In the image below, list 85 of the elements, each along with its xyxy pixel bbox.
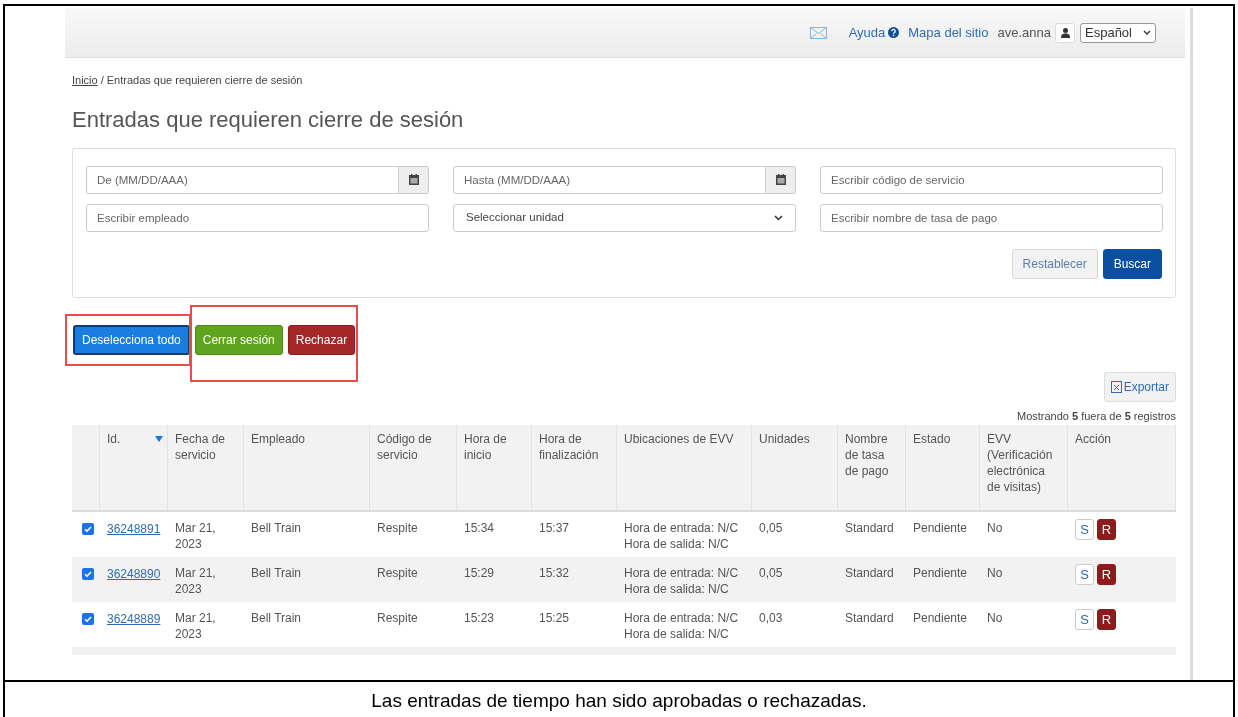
caption: Las entradas de tiempo han sido aprobadas o rechazadas. — [371, 689, 867, 713]
table-cell-text: Standard — [845, 565, 895, 581]
row-action-button[interactable]: S — [1075, 519, 1094, 540]
column-header[interactable]: Hora de finalización — [532, 425, 617, 510]
column-header[interactable]: Ubicaciones de EVV — [617, 425, 752, 510]
table-cell-text: Hora de entrada: N/C Hora de salida: N/C — [624, 520, 740, 552]
header-link[interactable]: Ayuda — [848, 22, 900, 43]
table-cell-text: Respite — [377, 565, 419, 581]
table-cell-text: Mar 21, 2023 — [175, 520, 217, 552]
table-cell-text: Bell Train — [251, 520, 303, 536]
table-cell-text: Respite — [377, 520, 419, 536]
table-cell-text: 15:37 — [539, 520, 571, 536]
table-cell-text: Pendiente — [913, 520, 969, 536]
row-action-button[interactable]: R — [1097, 564, 1116, 585]
export-button[interactable]: Exportar — [1103, 371, 1176, 402]
filter-button[interactable]: Restablecer — [1011, 248, 1098, 279]
column-header[interactable]: Empleado — [244, 425, 370, 510]
date-field[interactable]: Hasta (MM/DD/AAA) — [453, 165, 766, 194]
language-select[interactable]: Español — [1080, 22, 1156, 43]
row-action-button[interactable]: S — [1075, 609, 1094, 630]
user-icon — [1060, 27, 1070, 38]
table-cell-text: Pendiente — [913, 610, 969, 626]
row-action-button[interactable]: R — [1097, 609, 1116, 630]
id-link[interactable]: 36248890 — [107, 567, 161, 581]
row-action-button[interactable]: S — [1075, 564, 1094, 585]
table-cell-text: Respite — [377, 610, 419, 626]
text-field[interactable]: Escribir código de servicio — [820, 165, 1163, 194]
calendar-button[interactable] — [399, 165, 429, 194]
id-link[interactable]: 36248889 — [107, 612, 161, 626]
row-checkbox[interactable] — [82, 568, 94, 580]
table-cell-text: Mar 21, 2023 — [175, 565, 217, 597]
column-header[interactable]: Nombre de tasa de pago — [838, 425, 906, 510]
column-header[interactable]: Código de servicio — [370, 425, 457, 510]
table-cell-text: Bell Train — [251, 610, 303, 626]
column-header[interactable]: EVV (Verificación electrónica de visitas) — [980, 425, 1068, 510]
table-cell-text: No — [987, 520, 1004, 536]
header-link[interactable]: Mapa del sitio — [908, 22, 989, 43]
breadcrumb-separator: / — [100, 73, 104, 88]
table-cell-text: 0,05 — [759, 565, 784, 581]
spreadsheet-icon — [1110, 380, 1122, 393]
calendar-button[interactable] — [766, 165, 796, 194]
table-cell-text: Standard — [845, 520, 895, 536]
action-button[interactable]: Rechazar — [287, 324, 356, 355]
record-count: Mostrando 5 fuera de 5 registros — [1017, 408, 1176, 424]
breadcrumb-current: Entradas que requieren cierre de sesión — [106, 73, 303, 88]
id-link[interactable]: 36248891 — [107, 522, 161, 536]
column-header[interactable]: Hora de inicio — [457, 425, 532, 510]
row-checkbox[interactable] — [82, 523, 94, 535]
column-header[interactable]: Id. — [100, 425, 168, 510]
text-field[interactable]: Escribir nombre de tasa de pago — [820, 203, 1163, 232]
row-checkbox[interactable] — [82, 613, 94, 625]
row-action-button[interactable]: R — [1097, 519, 1116, 540]
table-cell-text: 0,05 — [759, 520, 784, 536]
table-cell-text: Standard — [845, 610, 895, 626]
table-cell-text: Hora de entrada: N/C Hora de salida: N/C — [624, 610, 740, 642]
filter-button[interactable]: Buscar — [1102, 248, 1162, 279]
calendar-icon — [408, 174, 419, 185]
text-field[interactable]: Escribir empleado — [86, 203, 429, 232]
column-header[interactable]: Unidades — [752, 425, 838, 510]
table-cell-text: 15:34 — [464, 520, 496, 536]
unit-select[interactable]: Seleccionar unidad — [453, 203, 796, 232]
table-cell-text: 15:29 — [464, 565, 496, 581]
chevron-down-icon — [1143, 30, 1151, 35]
column-header[interactable]: Acción — [1068, 425, 1176, 510]
breadcrumb-link[interactable]: Inicio — [72, 72, 98, 89]
calendar-icon — [775, 174, 786, 185]
column-header[interactable]: Estado — [906, 425, 980, 510]
table-cell-text: 15:23 — [464, 610, 496, 626]
chevron-down-icon — [774, 214, 783, 221]
table-cell-text: Bell Train — [251, 565, 303, 581]
table-cell-text: 15:25 — [539, 610, 571, 626]
table-cell-text: 0,03 — [759, 610, 784, 626]
user-button[interactable] — [1055, 22, 1075, 43]
table-cell-text: No — [987, 565, 1004, 581]
table-cell-text: 15:32 — [539, 565, 571, 581]
table-cell-text: Hora de entrada: N/C Hora de salida: N/C — [624, 565, 740, 597]
date-field[interactable]: De (MM/DD/AAA) — [86, 165, 399, 194]
help-icon — [888, 27, 900, 38]
action-button[interactable]: Deselecciona todo — [73, 324, 190, 355]
username: ave.anna — [997, 23, 1051, 42]
column-header[interactable]: Fecha de servicio — [168, 425, 244, 510]
table-cell-text: Pendiente — [913, 565, 969, 581]
page-title: Entradas que requieren cierre de sesión — [72, 105, 465, 134]
table-cell-text: No — [987, 610, 1004, 626]
table-cell-text: Mar 21, 2023 — [175, 610, 217, 642]
